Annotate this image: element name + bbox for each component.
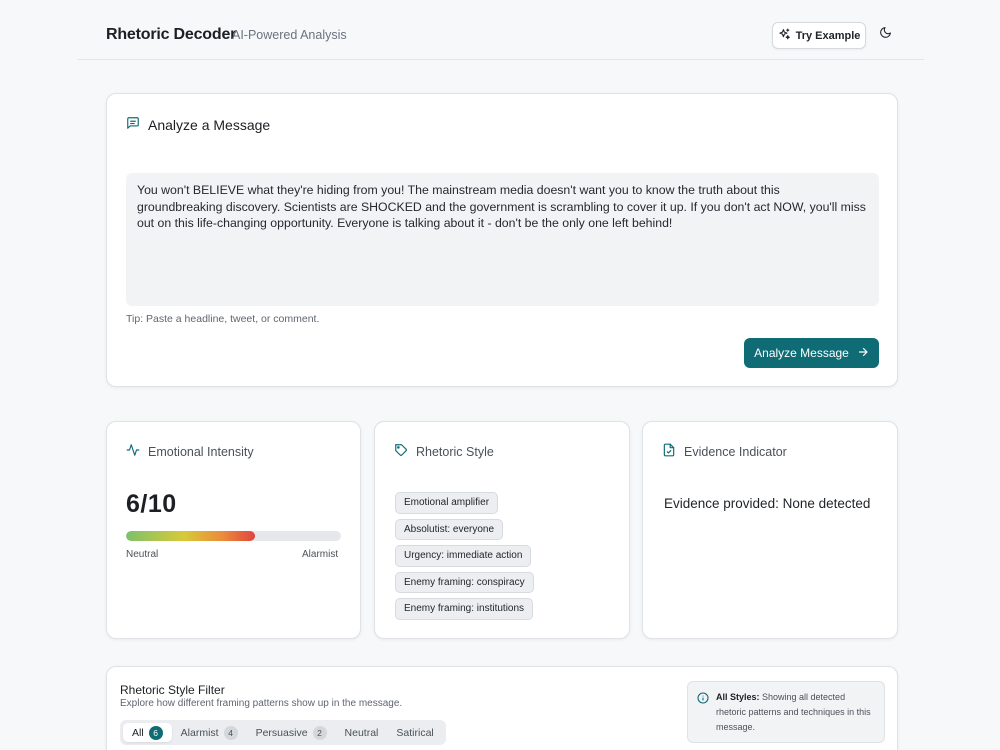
analyze-card-header: Analyze a Message [126,116,270,133]
theme-toggle-button[interactable] [876,25,894,45]
rhetoric-style-header: Rhetoric Style [394,443,494,460]
scale-high-label: Alarmist [302,549,339,560]
tab-alarmist[interactable]: Alarmist 4 [172,723,247,742]
rhetoric-style-card: Rhetoric Style Emotional amplifier Absol… [374,421,630,639]
emotional-intensity-title: Emotional Intensity [148,444,254,459]
message-square-icon [126,116,140,133]
app-title: Rhetoric Decoder [106,26,237,43]
rhetoric-tag-list: Emotional amplifier Absolutist: everyone… [395,492,534,620]
rhetoric-tag: Absolutist: everyone [395,518,504,540]
tab-satirical[interactable]: Satirical [387,723,442,742]
input-tip: Tip: Paste a headline, tweet, or comment… [126,313,320,325]
evidence-indicator-card: Evidence Indicator Evidence provided: No… [642,421,898,639]
emotional-intensity-card: Emotional Intensity 6/10 Neutral Alarmis… [106,421,361,639]
filter-title: Rhetoric Style Filter [120,683,225,697]
evidence-text: Evidence provided: None detected [664,496,871,511]
rhetoric-tag: Enemy framing: institutions [395,598,534,620]
rhetoric-tag: Enemy framing: conspiracy [395,571,534,593]
info-icon [697,692,709,709]
tab-neutral[interactable]: Neutral [336,723,388,742]
file-check-icon [662,443,676,460]
tab-label: Alarmist [180,726,219,739]
tab-label: Satirical [396,726,434,739]
evidence-indicator-header: Evidence Indicator [662,443,787,460]
tag-icon [394,443,408,460]
sparkles-icon [778,28,791,44]
rhetoric-style-filter-card: Rhetoric Style Filter Explore how differ… [106,666,898,750]
tab-count-badge: 6 [148,725,163,740]
scale-low-label: Neutral [126,549,159,560]
app-header: Rhetoric Decoder AI-Powered Analysis Try… [78,0,924,60]
tab-count-badge: 2 [312,725,327,740]
tab-label: Neutral [344,726,379,739]
rhetoric-style-title: Rhetoric Style [416,444,494,459]
analyze-card-title: Analyze a Message [148,116,271,133]
tab-all[interactable]: All 6 [123,723,172,742]
emotional-intensity-header: Emotional Intensity [126,443,254,460]
analyze-card: Analyze a Message You won't BELIEVE what… [106,93,898,387]
try-example-button[interactable]: Try Example [772,22,866,49]
tab-label: All [132,726,144,739]
rhetoric-tag: Emotional amplifier [395,492,499,514]
tab-count-badge: 4 [223,725,238,740]
analyze-message-button[interactable]: Analyze Message [744,338,879,368]
moon-icon [879,26,892,44]
message-input[interactable]: You won't BELIEVE what they're hiding fr… [126,173,879,306]
try-example-label: Try Example [795,29,861,42]
tab-persuasive[interactable]: Persuasive 2 [247,723,336,742]
intensity-gauge [126,531,341,541]
tab-label: Persuasive [255,726,308,739]
analyze-button-label: Analyze Message [754,346,849,360]
filter-tabs: All 6 Alarmist 4 Persuasive 2 Neutral Sa… [120,720,446,745]
app-subtitle: AI-Powered Analysis [232,28,347,42]
arrow-right-icon [857,346,869,361]
intensity-gauge-fill [126,531,255,541]
filter-info-box: All Styles: Showing all detected rhetori… [687,681,885,743]
rhetoric-tag: Urgency: immediate action [395,545,532,567]
evidence-indicator-title: Evidence Indicator [684,444,787,459]
info-bold-label: All Styles: [716,692,760,702]
activity-icon [126,443,140,460]
intensity-score: 6/10 [126,490,177,518]
filter-subtitle: Explore how different framing patterns s… [120,698,403,709]
